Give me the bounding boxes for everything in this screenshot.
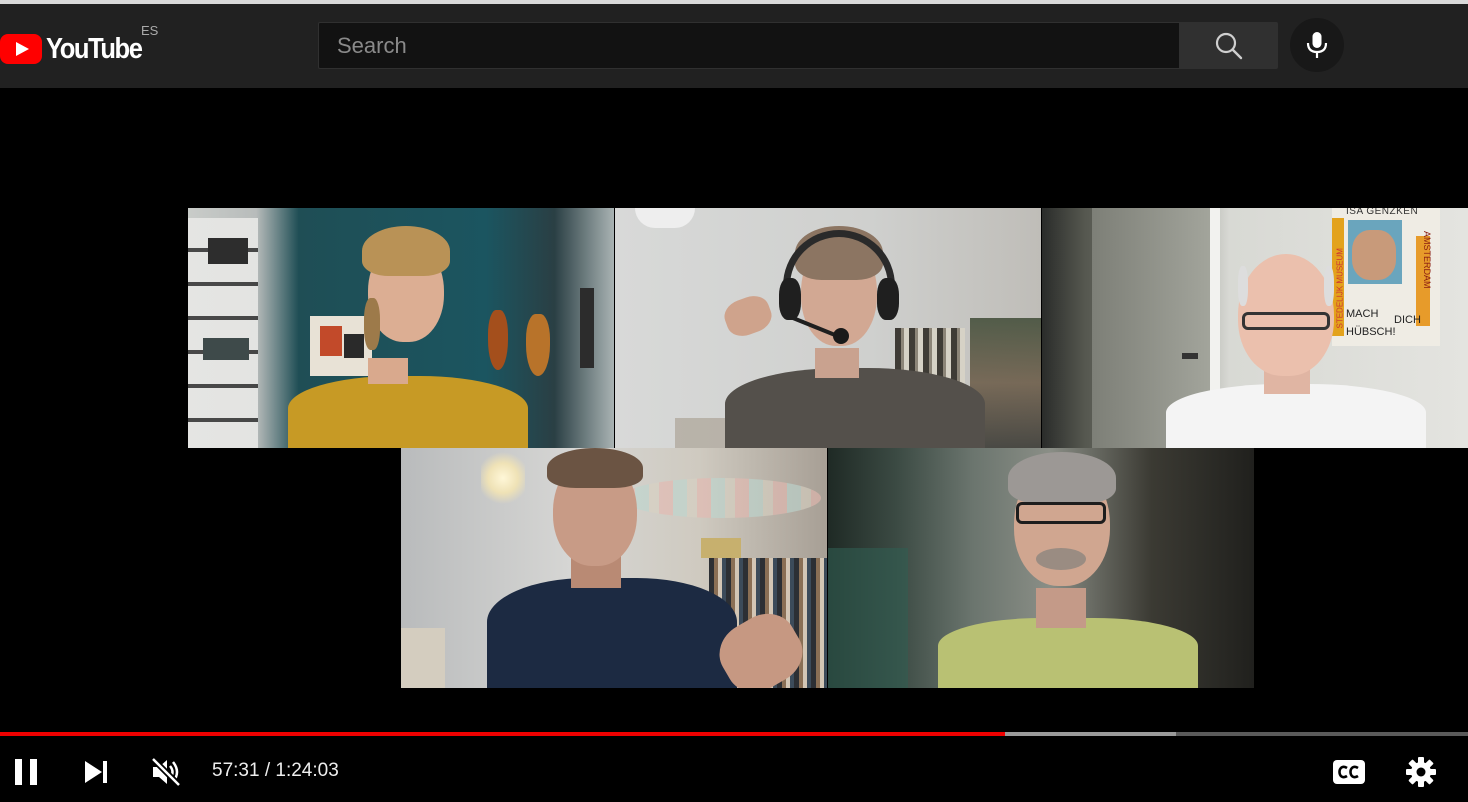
- country-code: ES: [141, 23, 159, 38]
- gear-icon: [1406, 757, 1436, 787]
- time-display: 57:31 / 1:24:03: [212, 760, 339, 782]
- volume-muted-icon: [150, 756, 182, 788]
- captions-icon: [1333, 760, 1365, 784]
- duration: 1:24:03: [275, 760, 339, 781]
- search-button[interactable]: [1180, 22, 1278, 69]
- poster-mach: MACH: [1346, 308, 1379, 320]
- search-icon: [1215, 32, 1243, 59]
- mute-button[interactable]: [148, 750, 184, 794]
- poster-dich: DICH: [1394, 314, 1421, 326]
- captions-button[interactable]: [1330, 750, 1368, 794]
- pause-button[interactable]: [10, 750, 42, 794]
- logo-text: YouTube: [46, 32, 143, 65]
- next-button[interactable]: [80, 750, 112, 794]
- masthead: YouTube ES: [0, 4, 1468, 88]
- video-tile-participant-2: [615, 208, 1041, 448]
- video-tile-participant-4: [401, 448, 827, 688]
- poster-side-text-right: AMSTERDAM: [1422, 231, 1432, 289]
- player-controls: 57:31 / 1:24:03: [0, 736, 1468, 802]
- video-tile-participant-5: [828, 448, 1254, 688]
- time-separator: /: [264, 760, 271, 781]
- youtube-logo[interactable]: YouTube: [0, 33, 155, 65]
- video-tile-participant-3: ISA GENZKEN STEDELIJK MUSEUM AMSTERDAM M…: [1042, 208, 1468, 448]
- poster-title: ISA GENZKEN: [1346, 208, 1419, 217]
- video-tile-participant-1: [188, 208, 614, 448]
- search-input[interactable]: [319, 23, 1179, 68]
- poster-hubsch: HÜBSCH!: [1346, 326, 1396, 338]
- pause-icon: [15, 759, 37, 785]
- video-player[interactable]: ISA GENZKEN STEDELIJK MUSEUM AMSTERDAM M…: [0, 88, 1468, 728]
- voice-search-button[interactable]: [1290, 18, 1344, 72]
- next-icon: [85, 761, 107, 783]
- current-time: 57:31: [212, 760, 260, 781]
- search-box: [318, 22, 1180, 69]
- microphone-icon: [1306, 32, 1328, 58]
- background-poster: ISA GENZKEN STEDELIJK MUSEUM AMSTERDAM M…: [1332, 208, 1440, 346]
- youtube-play-icon: [0, 34, 42, 64]
- poster-side-text: STEDELIJK MUSEUM: [1335, 248, 1345, 329]
- settings-button[interactable]: [1402, 750, 1440, 794]
